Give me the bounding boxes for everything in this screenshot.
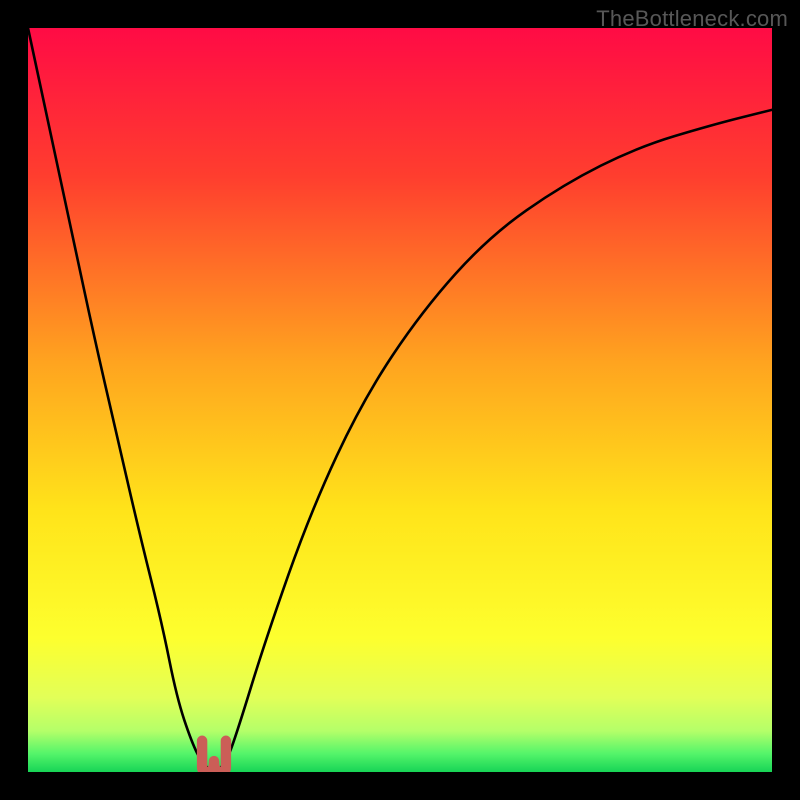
plot-area xyxy=(28,28,772,772)
bottleneck-curve xyxy=(28,28,772,770)
optimal-point-u-marker xyxy=(202,741,226,772)
chart-frame: TheBottleneck.com xyxy=(0,0,800,800)
chart-svg xyxy=(28,28,772,772)
watermark-label: TheBottleneck.com xyxy=(596,6,788,32)
